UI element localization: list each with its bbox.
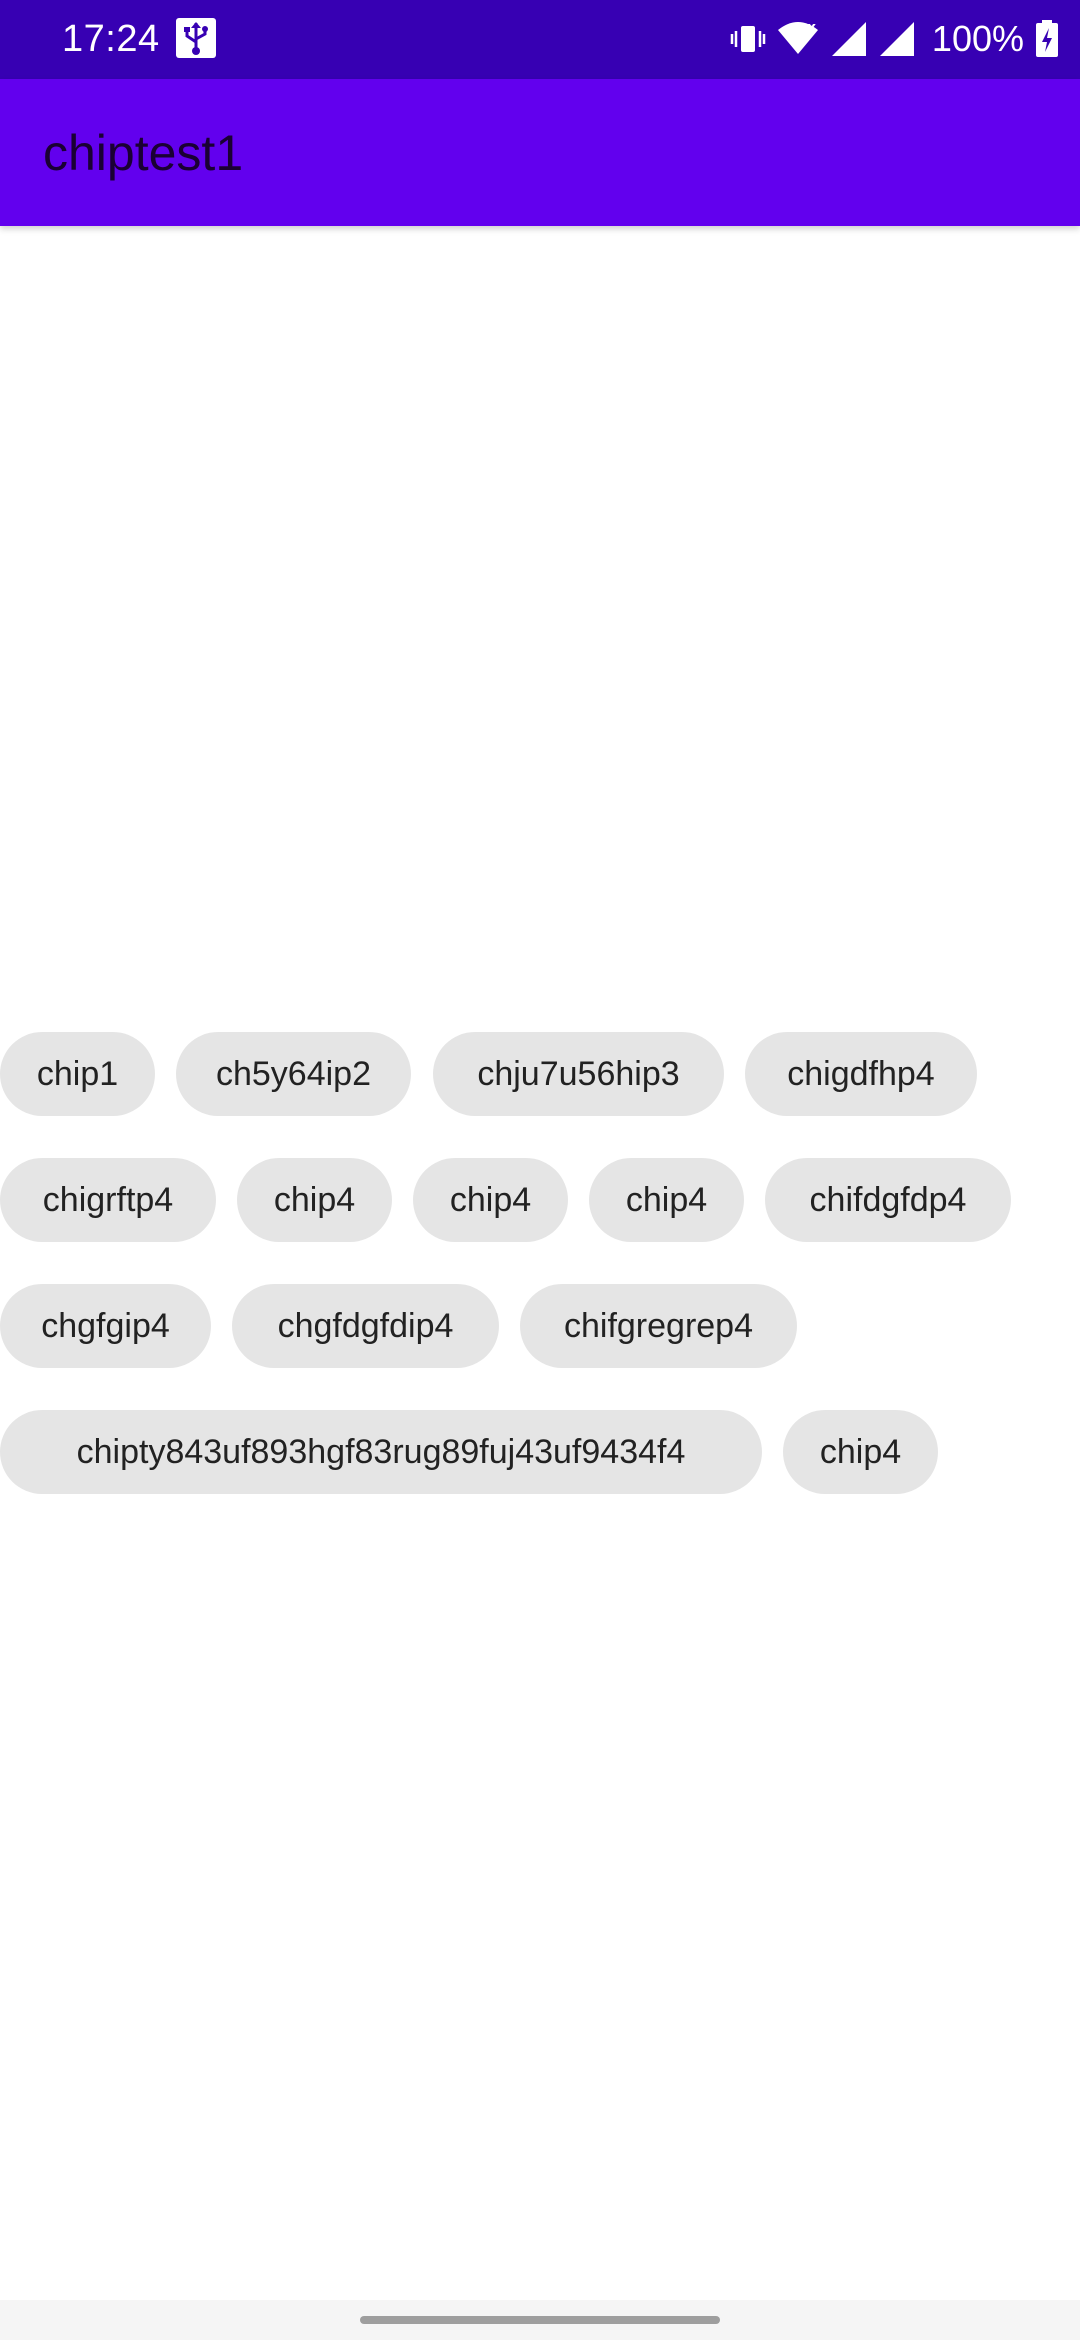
status-bar: 17:24 x 100%	[0, 0, 1080, 79]
chip[interactable]: chigdfhp4	[745, 1032, 977, 1116]
chip[interactable]: chip1	[0, 1032, 155, 1116]
wifi-icon: x	[776, 20, 820, 58]
chip[interactable]: chip4	[413, 1158, 568, 1242]
usb-icon	[176, 18, 216, 58]
chip[interactable]: chifgregrep4	[520, 1284, 797, 1368]
chip[interactable]: chgfdgfdip4	[232, 1284, 499, 1368]
chip[interactable]: ch5y64ip2	[176, 1032, 411, 1116]
status-time: 17:24	[62, 18, 160, 60]
svg-text:x: x	[807, 20, 816, 36]
chip[interactable]: chip4	[589, 1158, 744, 1242]
status-icons: x 100%	[730, 14, 1060, 64]
chip[interactable]: chgfgip4	[0, 1284, 211, 1368]
home-gesture-handle[interactable]	[360, 2316, 720, 2324]
app-bar: chiptest1	[0, 79, 1080, 226]
chip[interactable]: chip4	[783, 1410, 938, 1494]
battery-percent: 100%	[931, 18, 1024, 59]
signal-icon-2	[878, 20, 916, 58]
signal-icon	[830, 20, 868, 58]
chip[interactable]: chifdgfdp4	[765, 1158, 1011, 1242]
app-title: chiptest1	[43, 125, 244, 181]
chip[interactable]: chipty843uf893hgf83rug89fuj43uf9434f4	[0, 1410, 762, 1494]
battery-charging-icon	[1034, 19, 1060, 59]
chip[interactable]: chip4	[237, 1158, 392, 1242]
gesture-nav-bar	[0, 2300, 1080, 2340]
vibrate-icon	[730, 21, 766, 57]
chip[interactable]: chju7u56hip3	[433, 1032, 724, 1116]
chip[interactable]: chigrftp4	[0, 1158, 216, 1242]
